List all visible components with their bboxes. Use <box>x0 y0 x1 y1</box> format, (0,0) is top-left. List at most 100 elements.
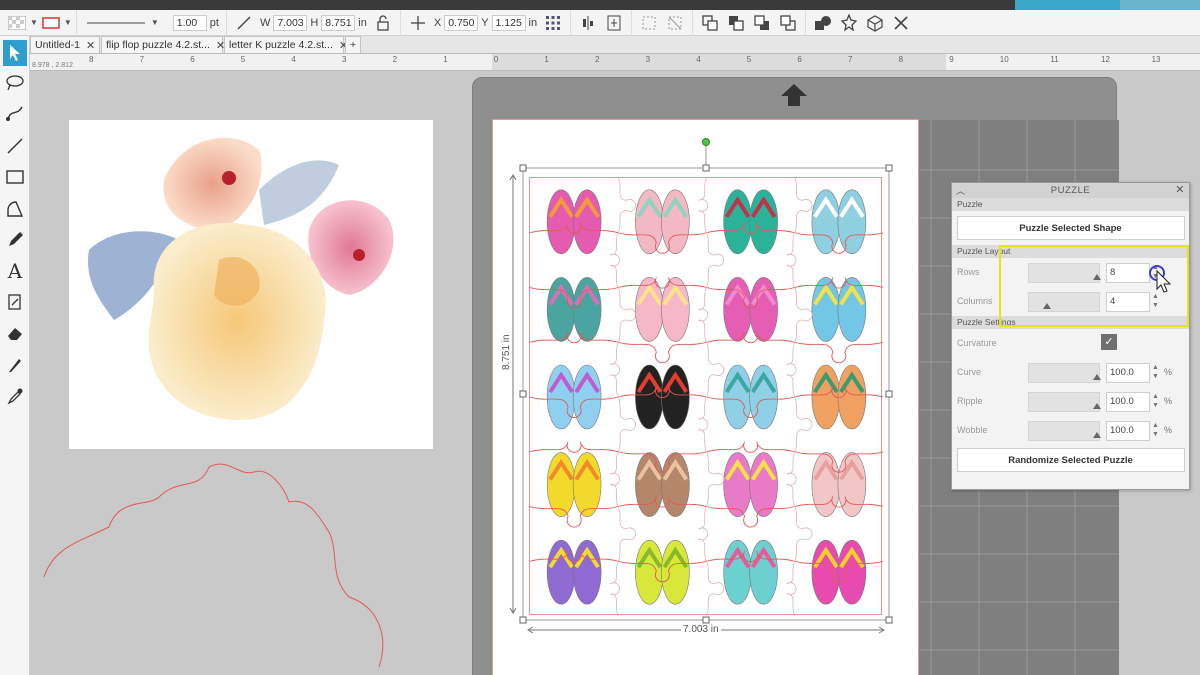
ripple-stepper[interactable]: ▲ ▼ <box>1152 392 1159 410</box>
wobble-row: Wobble 100.0 ▲ ▼ % <box>952 416 1189 445</box>
draw-text-tool[interactable] <box>3 289 27 315</box>
ruler-number: 2 <box>392 55 398 64</box>
slider-thumb-icon <box>1043 303 1051 309</box>
puzzle-pieces <box>529 177 884 617</box>
puzzle-column-cut-line <box>786 177 813 617</box>
ruler-number: 3 <box>645 55 651 64</box>
text-tool[interactable]: A <box>3 258 27 284</box>
node-edit-icon <box>6 106 23 121</box>
3d-box-icon[interactable] <box>864 12 886 34</box>
width-label: W <box>259 16 271 29</box>
arrow-pointer-icon <box>10 45 20 61</box>
flip-flop-puzzle-artwork[interactable] <box>529 177 884 617</box>
tab-label: letter K puzzle 4.2.st... <box>229 39 333 51</box>
ruler-number: 11 <box>1050 55 1059 64</box>
fill-pattern-icon[interactable] <box>6 12 28 34</box>
ruler-number: 12 <box>1101 55 1110 64</box>
modify-shapes-icon[interactable] <box>812 12 834 34</box>
columns-input[interactable]: 4 <box>1106 292 1150 312</box>
eraser-tool[interactable] <box>3 320 27 346</box>
bring-to-front-icon[interactable] <box>699 12 721 34</box>
flower-shape-icon[interactable] <box>838 12 860 34</box>
panel-header[interactable]: ︿ PUZZLE ✕ <box>952 183 1189 198</box>
line-style-icon[interactable] <box>83 12 149 34</box>
tab-close-icon[interactable]: ✕ <box>86 39 95 52</box>
center-to-page-icon[interactable] <box>603 12 625 34</box>
fill-dropdown-arrow-icon[interactable]: ▼ <box>30 18 38 27</box>
tab-flip-flop-puzzle[interactable]: flip flop puzzle 4.2.st... ✕ <box>101 36 225 53</box>
move-crosshair-icon[interactable] <box>407 12 429 34</box>
y-input[interactable]: 1.125 <box>491 14 526 31</box>
line-width-input[interactable]: 1.00 <box>172 14 207 31</box>
puzzle-selected-shape-button[interactable]: Puzzle Selected Shape <box>956 216 1185 240</box>
top-window-strip <box>0 0 1200 10</box>
wobble-stepper[interactable]: ▲ ▼ <box>1152 421 1159 439</box>
flower-cut-outline[interactable] <box>39 457 399 675</box>
align-icon[interactable] <box>577 12 599 34</box>
wobble-percent: % <box>1164 425 1173 435</box>
ruler-number: 9 <box>949 55 954 64</box>
width-input[interactable]: 7.003 <box>273 14 308 31</box>
collapse-chevron-icon[interactable]: ︿ <box>956 184 966 197</box>
line-style-dropdown-arrow-icon[interactable]: ▼ <box>151 18 159 27</box>
line-color-icon[interactable] <box>40 12 62 34</box>
randomize-selected-puzzle-button[interactable]: Randomize Selected Puzzle <box>956 448 1185 472</box>
curve-input[interactable]: 100.0 <box>1106 363 1150 383</box>
ripple-slider[interactable] <box>1028 392 1101 412</box>
ruler-number: 5 <box>746 55 752 64</box>
eyedropper-tool[interactable] <box>3 383 27 409</box>
store-tab[interactable] <box>1120 0 1200 10</box>
section-puzzle-heading: Puzzle <box>952 198 1189 211</box>
ruler-number: 6 <box>797 55 802 64</box>
line-color-dropdown-arrow-icon[interactable]: ▼ <box>64 18 72 27</box>
watercolor-flower-image[interactable] <box>69 120 433 449</box>
rows-slider[interactable] <box>1028 263 1101 283</box>
curvature-checkbox[interactable]: ✓ <box>1101 334 1117 350</box>
send-to-back-icon[interactable] <box>777 12 799 34</box>
edit-points-tool[interactable] <box>3 100 27 126</box>
group-icon[interactable] <box>638 12 660 34</box>
tab-untitled-1[interactable]: Untitled-1 ✕ <box>30 36 100 53</box>
ripple-input[interactable]: 100.0 <box>1106 392 1150 412</box>
ruler-number: 2 <box>595 55 600 64</box>
rotate-handle[interactable] <box>702 138 710 146</box>
curve-stepper[interactable]: ▲ ▼ <box>1152 363 1159 381</box>
polygon-tool[interactable] <box>3 196 27 222</box>
height-input[interactable]: 8.751 <box>321 14 356 31</box>
ungroup-icon[interactable] <box>664 12 686 34</box>
grid-reference-icon[interactable] <box>542 12 564 34</box>
tab-label: flip flop puzzle 4.2.st... <box>106 39 210 51</box>
new-tab-button[interactable]: + <box>345 36 361 53</box>
pencil-tool[interactable] <box>3 227 27 253</box>
ruler-number: 3 <box>342 55 347 64</box>
edit-document-icon <box>8 294 21 310</box>
curvature-row: Curvature ✓ <box>952 329 1189 358</box>
rows-input[interactable]: 8 <box>1106 263 1150 283</box>
wobble-slider[interactable] <box>1028 421 1101 441</box>
ruler-number: 8 <box>89 55 94 64</box>
library-tab[interactable] <box>1015 0 1120 10</box>
tab-letter-k-puzzle[interactable]: letter K puzzle 4.2.st... ✕ <box>224 36 348 53</box>
bring-forward-icon[interactable] <box>725 12 747 34</box>
close-toolbar-icon[interactable] <box>890 12 912 34</box>
select-tool[interactable] <box>3 40 27 66</box>
lasso-tool[interactable] <box>3 70 27 96</box>
line-tool-icon[interactable] <box>233 12 255 34</box>
columns-slider[interactable] <box>1028 292 1100 312</box>
panel-close-icon[interactable]: ✕ <box>1175 183 1185 196</box>
mouse-cursor-icon <box>1149 265 1172 293</box>
ripple-percent: % <box>1164 396 1173 406</box>
curve-percent: % <box>1164 367 1173 377</box>
rectangle-tool[interactable] <box>3 164 27 190</box>
panel-title: PUZZLE <box>1050 185 1091 196</box>
lock-aspect-icon[interactable] <box>372 12 394 34</box>
ruler-number: 7 <box>848 55 853 64</box>
wobble-input[interactable]: 100.0 <box>1106 421 1150 441</box>
line-tool[interactable] <box>3 133 27 159</box>
send-backward-icon[interactable] <box>751 12 773 34</box>
curve-slider[interactable] <box>1028 363 1101 383</box>
x-input[interactable]: 0.750 <box>444 14 479 31</box>
knife-tool[interactable] <box>3 352 27 378</box>
puzzle-panel: ︿ PUZZLE ✕ Puzzle Puzzle Selected Shape … <box>951 182 1190 490</box>
slider-thumb-icon <box>1093 403 1101 409</box>
